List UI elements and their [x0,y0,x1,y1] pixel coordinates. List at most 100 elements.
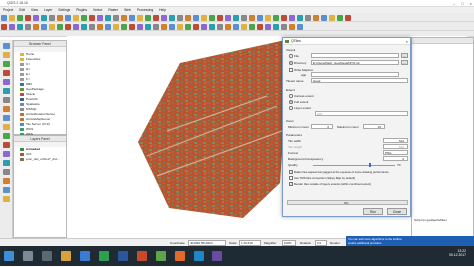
format-select[interactable]: PNG [383,150,408,155]
toolbar-tool-icon[interactable] [329,14,335,21]
canvas-extent-radio[interactable] [289,94,293,98]
tms-checkbox[interactable] [289,176,293,180]
outside-extent-checkbox[interactable]: ✓ [289,182,293,186]
layer-tool-icon[interactable] [2,142,10,148]
toolbar-tool-icon[interactable] [185,14,191,21]
layer-tool-icon[interactable] [2,187,10,193]
toolbar-tool-icon[interactable] [89,14,95,21]
toolbar-tool-icon[interactable] [273,23,279,30]
skype-icon[interactable] [193,251,204,261]
toolbar-tool-icon[interactable] [177,23,183,30]
directory-input[interactable]: E:/Users/Dash_Geo/Desa/NiTQ.gtt [311,60,399,65]
toolbar-tool-icon[interactable] [25,23,31,30]
taskbar-clock[interactable]: 13:22 05.12.2017 [449,249,466,257]
layer-tool-icon[interactable] [2,115,10,121]
layer-tool-icon[interactable] [2,178,10,184]
toolbar-tool-icon[interactable] [17,23,23,30]
toolbar-tool-icon[interactable] [137,14,143,21]
close-window-button[interactable]: × [470,0,472,7]
layer-item[interactable]: proc_dsc_ortho17_dsc... [14,157,66,162]
layer-visibility-checkbox[interactable] [20,153,24,156]
toolbar-tool-icon[interactable] [33,23,39,30]
toolbar-tool-icon[interactable] [49,23,55,30]
toolbar-tool-icon[interactable] [241,23,247,30]
toolbar-tool-icon[interactable] [41,23,47,30]
toolbar-tool-icon[interactable] [297,14,303,21]
layer-tool-icon[interactable] [2,160,10,166]
toolbar-tool-icon[interactable] [233,23,239,30]
max-zoom-spinbox[interactable]: 16 [363,124,385,129]
toolbar-tool-icon[interactable] [89,23,95,30]
toolbar-tool-icon[interactable] [49,14,55,21]
file-explorer-icon[interactable] [60,251,71,261]
toolbar-tool-icon[interactable] [273,14,279,21]
toolbar-tool-icon[interactable] [217,23,223,30]
excel-icon[interactable] [98,251,109,261]
toolbar-tool-icon[interactable] [265,23,271,30]
notification-banner[interactable]: You can add more algorithms to the toolb… [346,236,474,246]
full-extent-radio[interactable] [289,100,293,104]
quality-slider-handle[interactable] [369,163,371,167]
toolbar-tool-icon[interactable] [209,23,215,30]
toolbar-tool-icon[interactable] [113,23,119,30]
qgis-icon[interactable] [155,251,166,261]
toolbar-tool-icon[interactable] [297,23,303,30]
layer-tool-icon[interactable] [2,196,10,202]
tile-width-spinbox[interactable]: 512 [383,138,408,143]
toolbar-tool-icon[interactable] [201,14,207,21]
toolbar-tool-icon[interactable] [121,23,127,30]
search-icon[interactable] [22,251,33,261]
firefox-icon[interactable] [174,251,185,261]
toolbar-tool-icon[interactable] [1,23,7,30]
toolbar-tool-icon[interactable] [73,14,79,21]
toolbar-tool-icon[interactable] [153,23,159,30]
toolbar-tool-icon[interactable] [25,14,31,21]
layer-tool-icon[interactable] [2,70,10,76]
start-icon[interactable] [4,251,14,261]
word-icon[interactable] [117,251,128,261]
toolbar-tool-icon[interactable] [73,23,79,30]
toolbar-tool-icon[interactable] [65,23,71,30]
mapbox-checkbox[interactable] [289,68,293,72]
toolbar-tool-icon[interactable] [145,23,151,30]
toolbar-tool-icon[interactable] [257,14,263,21]
toolbar-tool-icon[interactable] [169,14,175,21]
toolbar-tool-icon[interactable] [97,23,103,30]
layer-visibility-checkbox[interactable] [20,148,24,151]
transparency-spinbox[interactable]: 0 [383,156,408,161]
layer-tool-icon[interactable] [2,133,10,139]
toolbar-tool-icon[interactable] [217,14,223,21]
toolbar-tool-icon[interactable] [305,14,311,21]
toolbar-tool-icon[interactable] [185,23,191,30]
toolbar-tool-icon[interactable] [161,14,167,21]
dialog-close-icon[interactable]: × [406,38,408,45]
toolbar-tool-icon[interactable] [345,14,351,21]
antialias-checkbox[interactable]: ✓ [289,170,293,174]
toolbar-tool-icon[interactable] [289,14,295,21]
toolbar-tool-icon[interactable] [233,14,239,21]
toolbar-tool-icon[interactable] [241,14,247,21]
layer-tool-icon[interactable] [2,124,10,130]
toolbar-tool-icon[interactable] [57,23,63,30]
layer-tool-icon[interactable] [2,106,10,112]
run-button[interactable]: Run [363,208,383,215]
toolbar-tool-icon[interactable] [281,14,287,21]
toolbar-tool-icon[interactable] [209,14,215,21]
toolbar-tool-icon[interactable] [9,14,15,21]
layer-tool-icon[interactable] [2,43,10,49]
toolbar-tool-icon[interactable] [121,14,127,21]
edge-icon[interactable] [79,251,90,261]
toolbar-tool-icon[interactable] [249,23,255,30]
toolbar-tool-icon[interactable] [33,14,39,21]
toolbar-tool-icon[interactable] [105,23,111,30]
task-view-icon[interactable] [41,251,52,261]
layer-visibility-checkbox[interactable] [20,158,24,161]
close-button[interactable]: Close [387,208,407,215]
onenote-icon[interactable] [212,251,223,261]
tile-height-spinbox[interactable]: 512 [383,144,408,149]
toolbar-tool-icon[interactable] [321,14,327,21]
toolbar-tool-icon[interactable] [225,23,231,30]
toolbar-tool-icon[interactable] [129,23,135,30]
layer-tool-icon[interactable] [2,79,10,85]
directory-browse-button[interactable]: … [401,60,408,65]
